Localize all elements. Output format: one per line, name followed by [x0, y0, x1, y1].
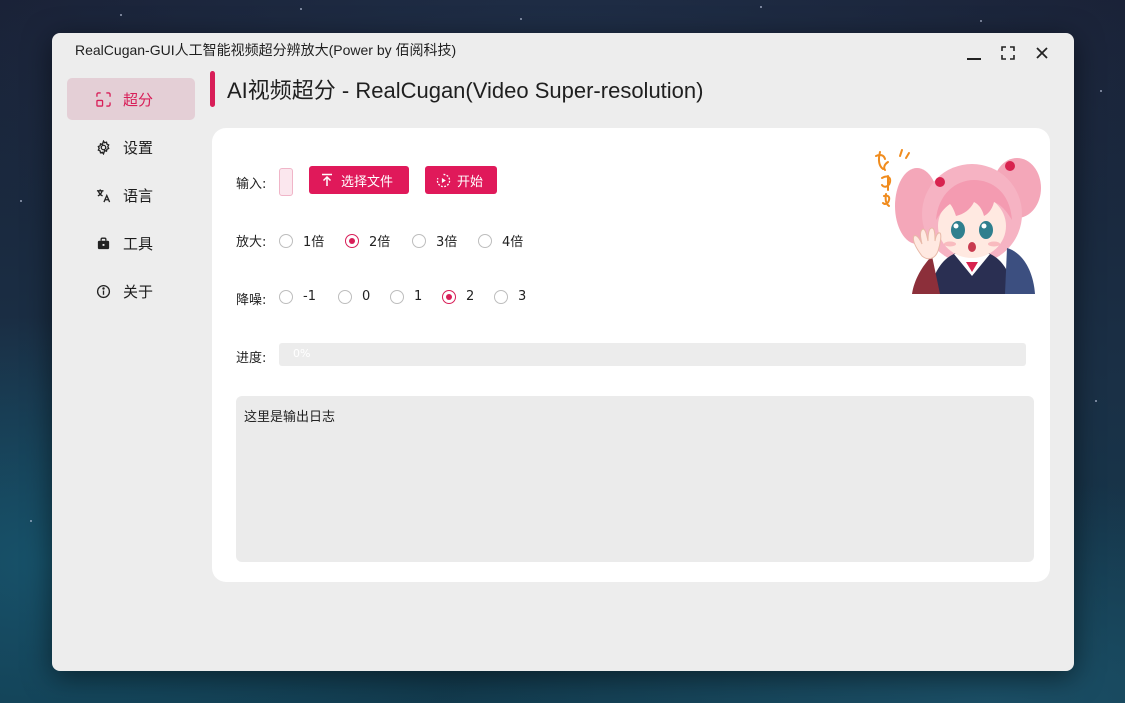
sidebar-item-settings[interactable]: 设置: [67, 126, 195, 168]
denoise-option-label: 0: [362, 289, 371, 304]
close-icon: [1036, 47, 1048, 59]
translate-icon: [95, 187, 111, 203]
sidebar-item-label: 语言: [123, 186, 154, 205]
denoise-option-label: 3: [518, 289, 527, 304]
app-window: RealCugan-GUI人工智能视频超分辨放大(Power by 佰阅科技) …: [52, 33, 1074, 671]
radio-selected-icon: [442, 289, 456, 304]
close-button[interactable]: [1029, 42, 1055, 64]
output-log[interactable]: 这里是输出日志: [236, 396, 1034, 562]
page-title: AI视频超分 - RealCugan(Video Super-resolutio…: [227, 78, 704, 103]
select-file-button[interactable]: 选择文件: [309, 166, 409, 194]
info-icon: [95, 283, 111, 299]
denoise-option-1[interactable]: 1: [390, 289, 422, 304]
denoise-option-minus1[interactable]: -1: [279, 289, 316, 304]
radio-icon: [412, 233, 426, 248]
sidebar-item-label: 设置: [123, 138, 154, 157]
start-button[interactable]: 开始: [425, 166, 497, 194]
sidebar-item-tools[interactable]: 工具: [67, 222, 195, 264]
radio-icon: [279, 233, 293, 248]
input-path-field[interactable]: [279, 168, 293, 196]
window-title: RealCugan-GUI人工智能视频超分辨放大(Power by 佰阅科技): [75, 42, 457, 58]
radio-selected-icon: [345, 233, 359, 248]
scale-label: 放大:: [236, 235, 267, 250]
radio-icon: [390, 289, 404, 304]
page-title-accent: [210, 71, 215, 107]
sidebar-item-label: 工具: [123, 234, 154, 253]
sidebar-item-label: 关于: [123, 282, 154, 301]
scale-option-1x[interactable]: 1倍: [279, 231, 324, 250]
upload-icon: [319, 172, 335, 188]
denoise-option-label: -1: [303, 289, 316, 304]
main-card: 输入: 选择文件 开始 放大: 1倍 2倍 3倍 4倍 降噪: -1 0 1 2…: [212, 128, 1050, 582]
denoise-option-2[interactable]: 2: [442, 289, 474, 304]
toolbox-icon: [95, 235, 111, 251]
denoise-label: 降噪:: [236, 293, 267, 308]
input-label: 输入:: [236, 177, 267, 192]
radio-icon: [478, 233, 492, 248]
scale-option-label: 1倍: [303, 235, 325, 250]
play-circle-icon: [435, 172, 451, 188]
sidebar: 超分 设置 语言 工具 关于: [67, 78, 195, 318]
anime-mascot-image: [875, 149, 1041, 294]
sidebar-item-super-resolution[interactable]: 超分: [67, 78, 195, 120]
sidebar-item-about[interactable]: 关于: [67, 270, 195, 312]
scale-option-4x[interactable]: 4倍: [478, 231, 523, 250]
fullscreen-icon: [1001, 46, 1015, 60]
denoise-option-0[interactable]: 0: [338, 289, 370, 304]
minimize-button[interactable]: [961, 42, 987, 64]
progress-bar: 0%: [279, 343, 1026, 366]
scale-option-label: 3倍: [436, 235, 458, 250]
gear-icon: [95, 139, 111, 155]
progress-text: 0%: [293, 347, 311, 360]
log-placeholder: 这里是输出日志: [244, 410, 336, 425]
scale-option-3x[interactable]: 3倍: [412, 231, 457, 250]
select-file-label: 选择文件: [341, 174, 394, 190]
sidebar-item-language[interactable]: 语言: [67, 174, 195, 216]
radio-icon: [279, 289, 293, 304]
progress-label: 进度:: [236, 351, 267, 366]
denoise-option-3[interactable]: 3: [494, 289, 526, 304]
start-label: 开始: [457, 174, 484, 190]
radio-icon: [494, 289, 508, 304]
sidebar-item-label: 超分: [123, 90, 154, 109]
radio-icon: [338, 289, 352, 304]
denoise-option-label: 1: [414, 289, 423, 304]
super-resolution-icon: [95, 91, 111, 107]
scale-option-label: 2倍: [369, 235, 391, 250]
minimize-icon: [967, 58, 981, 60]
scale-option-label: 4倍: [502, 235, 524, 250]
maximize-button[interactable]: [995, 42, 1021, 64]
scale-option-2x[interactable]: 2倍: [345, 231, 390, 250]
denoise-option-label: 2: [466, 289, 475, 304]
